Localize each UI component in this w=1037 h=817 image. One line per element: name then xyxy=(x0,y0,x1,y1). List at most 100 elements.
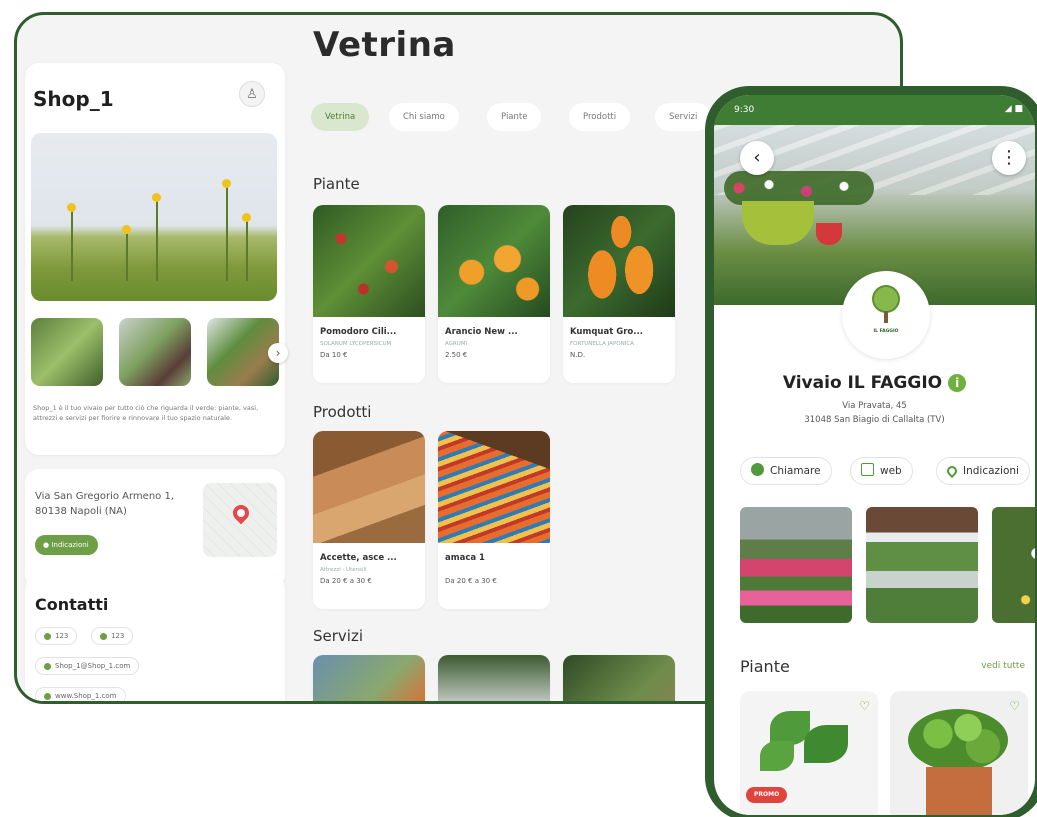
email-chip[interactable]: Shop_1@Shop_1.com xyxy=(35,657,140,675)
service-image xyxy=(563,655,675,701)
flower-pot-image xyxy=(926,767,992,815)
map-thumbnail[interactable] xyxy=(203,483,277,557)
phone-number: 123 xyxy=(55,632,69,640)
product-card[interactable]: Accette, asce ... Attrezzi · Utensili Da… xyxy=(313,431,425,609)
service-image xyxy=(438,655,550,701)
basil-plant-image xyxy=(908,709,1008,771)
plant-subtitle: FORTUNELLA JAPONICA xyxy=(570,341,634,347)
address-card: Via San Gregorio Armeno 1, 80138 Napoli … xyxy=(25,469,285,589)
plant-price: N.D. xyxy=(570,351,586,359)
section-title-plants: Piante xyxy=(313,175,360,193)
business-address: Via Pravata, 45 31048 San Biagio di Call… xyxy=(714,399,1035,427)
directions-label: Indicazioni xyxy=(51,541,89,549)
phone-frame: 9:30 ◢ ■ ‹ ⋮ IL FAGGIO Vivaio IL FAGGIO i… xyxy=(705,86,1037,817)
globe-icon xyxy=(44,692,51,700)
product-image xyxy=(313,431,425,543)
plant-card[interactable]: ♡ PROMO xyxy=(740,691,878,815)
directions-label: Indicazioni xyxy=(963,465,1019,477)
plant-card[interactable]: ♡ xyxy=(890,691,1028,815)
shop-hero-image xyxy=(31,133,277,301)
shop-name: Shop_1 xyxy=(33,87,114,111)
product-subtitle: Attrezzi · Utensili xyxy=(320,567,367,573)
tab-prodotti[interactable]: Prodotti xyxy=(569,103,631,131)
product-image xyxy=(438,431,550,543)
section-title-products: Prodotti xyxy=(313,403,372,421)
plant-leaf xyxy=(804,725,848,763)
phone-screen: 9:30 ◢ ■ ‹ ⋮ IL FAGGIO Vivaio IL FAGGIO i… xyxy=(714,95,1035,815)
service-card[interactable] xyxy=(313,655,425,701)
business-logo: IL FAGGIO xyxy=(842,271,930,359)
service-card[interactable] xyxy=(563,655,675,701)
map-pin-icon xyxy=(944,463,960,479)
shop-address: Via San Gregorio Armeno 1, 80138 Napoli … xyxy=(35,491,174,517)
tab-chi-siamo[interactable]: Chi siamo xyxy=(389,103,459,131)
phone-chip[interactable]: 123 xyxy=(91,627,134,645)
tab-servizi[interactable]: Servizi xyxy=(655,103,712,131)
plant-name: Kumquat Gro... xyxy=(570,327,643,337)
plant-image xyxy=(313,205,425,317)
phone-icon xyxy=(44,632,51,640)
gallery-thumbnail[interactable] xyxy=(31,318,103,386)
shop-description: Shop_1 è il tuo vivaio per tutto ciò che… xyxy=(33,404,259,422)
plant-card[interactable]: Pomodoro Cili... SOLANUM LYCOPERSICUM Da… xyxy=(313,205,425,383)
more-vertical-icon[interactable]: ⋮ xyxy=(992,141,1026,175)
plant-price: Da 10 € xyxy=(320,351,348,359)
plant-subtitle: AGRUMI xyxy=(445,341,468,347)
phone-chip[interactable]: 123 xyxy=(35,627,78,645)
product-price: Da 20 € a 30 € xyxy=(445,577,497,585)
back-arrow-icon[interactable]: ‹ xyxy=(740,141,774,175)
website-address: www.Shop_1.com xyxy=(55,692,117,700)
website-chip[interactable]: www.Shop_1.com xyxy=(35,687,126,701)
web-label: web xyxy=(880,465,902,477)
directions-button[interactable]: Indicazioni xyxy=(936,457,1030,485)
signal-battery-icon: ◢ ■ xyxy=(1004,104,1023,114)
plant-name: Arancio New ... xyxy=(445,327,518,337)
plant-image xyxy=(563,205,675,317)
gallery-thumbnail[interactable] xyxy=(119,318,191,386)
section-title-services: Servizi xyxy=(313,627,364,645)
web-button[interactable]: web xyxy=(850,457,913,485)
shop-thumbnail-carousel: › xyxy=(31,318,288,388)
contacts-card: Contatti 123 123 Shop_1@Shop_1.com www.S… xyxy=(25,575,285,701)
tab-vetrina[interactable]: Vetrina xyxy=(311,103,370,131)
business-name-row: Vivaio IL FAGGIO i xyxy=(714,373,1035,393)
section-title-plants: Piante xyxy=(740,657,790,676)
info-icon[interactable]: i xyxy=(948,374,967,392)
gallery-image[interactable] xyxy=(992,507,1035,623)
email-icon xyxy=(44,662,51,670)
globe-icon xyxy=(861,463,874,476)
tab-piante[interactable]: Piante xyxy=(487,103,542,131)
product-name: Accette, asce ... xyxy=(320,553,397,563)
shop-card: Shop_1 ♙ › Shop_1 è il tuo vivaio per tu… xyxy=(25,63,288,455)
product-name: amaca 1 xyxy=(445,553,485,563)
product-price: Da 20 € a 30 € xyxy=(320,577,372,585)
plant-name: Pomodoro Cili... xyxy=(320,327,397,337)
tree-icon xyxy=(872,285,900,313)
status-bar: 9:30 ◢ ■ xyxy=(714,95,1035,125)
plant-image xyxy=(438,205,550,317)
map-pin-icon xyxy=(229,501,253,525)
plant-card[interactable]: Kumquat Gro... FORTUNELLA JAPONICA N.D. xyxy=(563,205,675,383)
gallery-image[interactable] xyxy=(866,507,978,623)
address-line-1: Via Pravata, 45 xyxy=(842,401,907,411)
call-button[interactable]: Chiamare xyxy=(740,457,832,485)
service-card[interactable] xyxy=(438,655,550,701)
business-name: Vivaio IL FAGGIO xyxy=(782,373,943,393)
status-time: 9:30 xyxy=(734,105,755,115)
heart-icon[interactable]: ♡ xyxy=(859,699,870,713)
email-address: Shop_1@Shop_1.com xyxy=(55,662,131,670)
contacts-title: Contatti xyxy=(35,595,109,614)
logo-text: IL FAGGIO xyxy=(873,329,899,334)
gallery-image[interactable] xyxy=(740,507,852,623)
see-all-link[interactable]: vedi tutte xyxy=(981,661,1025,671)
phone-number: 123 xyxy=(111,632,125,640)
plant-leaf xyxy=(760,741,794,771)
heart-icon[interactable]: ♡ xyxy=(1009,699,1020,713)
page-title: Vetrina xyxy=(313,25,456,65)
chevron-right-icon[interactable]: › xyxy=(268,343,288,363)
product-card[interactable]: amaca 1 Da 20 € a 30 € xyxy=(438,431,550,609)
promo-badge: PROMO xyxy=(746,787,788,803)
shop-logo-icon[interactable]: ♙ xyxy=(239,81,265,107)
plant-card[interactable]: Arancio New ... AGRUMI 2.50 € xyxy=(438,205,550,383)
directions-button[interactable]: ● Indicazioni xyxy=(35,535,98,555)
